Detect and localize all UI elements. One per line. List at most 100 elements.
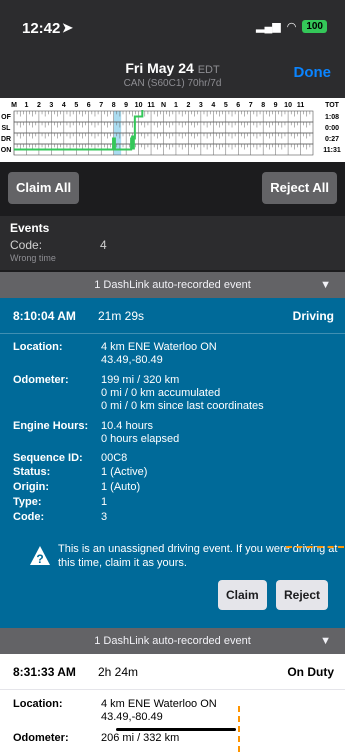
detail-key: Origin:	[13, 481, 50, 493]
detail-value: 1 (Active)	[101, 466, 148, 478]
hour-tick-label: 9	[124, 102, 128, 109]
drag-guide-line	[238, 706, 240, 752]
duty-status-line	[14, 110, 144, 151]
detail-line: 43.49,-80.49	[101, 354, 163, 366]
code-value: 4	[100, 238, 107, 252]
status-time: 12:42	[22, 20, 61, 37]
total-header-label: TOT	[325, 102, 340, 109]
detail-value: 1 (Auto)	[101, 481, 141, 493]
location-arrow-icon: ➤	[62, 20, 73, 35]
detail-value: 206 mi / 332 km	[101, 732, 180, 744]
detail-key: Code:	[13, 511, 45, 523]
hour-tick-label: M	[11, 102, 17, 109]
hour-tick-label: 4	[211, 102, 215, 109]
detail-value: 4 km ENE Waterloo ON 43.49,-80.49	[101, 698, 341, 724]
detail-value: 3	[101, 511, 108, 523]
detail-key: Odometer:	[13, 374, 69, 386]
hour-tick-label: 11	[297, 102, 305, 109]
event-time: 8:31:33 AM	[13, 665, 76, 679]
row-label: DR	[1, 136, 11, 143]
row-total: 11:31	[323, 147, 341, 154]
drag-guide-line	[286, 546, 344, 548]
detail-line: 43.49,-80.49	[101, 711, 163, 723]
banner-label: 1 DashLink auto-recorded event	[94, 279, 251, 291]
event-summary-row: 8:10:04 AM 21m 29s Driving	[0, 298, 345, 334]
events-title: Events	[10, 221, 50, 235]
battery-icon: 100	[302, 20, 327, 33]
detail-value: 4 km ENE Waterloo ON 43.49,-80.49	[101, 341, 341, 367]
hour-tick-label: 1	[174, 102, 178, 109]
done-button[interactable]: Done	[294, 64, 332, 81]
driving-segment	[131, 135, 135, 150]
detail-line: 0 mi / 0 km since last coordinates	[101, 400, 264, 412]
status-bar: 12:42 ➤ ▂▄▆ ◠ 100	[0, 0, 345, 50]
hour-tick-label: 7	[99, 102, 103, 109]
chevron-down-icon: ▼	[320, 279, 331, 291]
detail-line: 199 mi / 320 km	[101, 374, 180, 386]
status-icons: ▂▄▆ ◠ 100	[256, 20, 327, 33]
detail-line: 0 mi / 0 km accumulated	[101, 387, 221, 399]
hour-tick-label: 10	[135, 102, 143, 109]
event-time: 8:10:04 AM	[13, 309, 76, 323]
hour-tick-label: 5	[224, 102, 228, 109]
hour-tick-label: 9	[274, 102, 278, 109]
code-label: Code:	[10, 238, 43, 252]
event-status: Driving	[292, 309, 334, 323]
event-card[interactable]: 8:31:33 AM 2h 24m On Duty Location: 4 km…	[0, 654, 345, 755]
action-bar: Claim All Reject All	[0, 162, 345, 216]
date-label: Fri May 24	[125, 60, 194, 76]
nav-bar: Fri May 24 EDT CAN (S60C1) 70hr/7d Done	[0, 50, 345, 98]
timezone-label: EDT	[197, 64, 220, 76]
reject-all-button[interactable]: Reject All	[262, 172, 337, 204]
detail-line: 10.4 hours	[101, 420, 153, 432]
event-duration: 21m 29s	[98, 309, 145, 323]
duty-graph-svg: M 1 2 3 4 5 6 7 8 9 10 11 N 1 2 3 4 5 6 7 8 9 10 11 TOT OF 1:08 SL 0…	[1, 102, 341, 156]
hour-tick-label: 1	[25, 102, 29, 109]
hour-tick-label: 8	[261, 102, 265, 109]
detail-key: Sequence ID:	[13, 452, 83, 464]
detail-key: Type:	[13, 496, 42, 508]
event-duration: 2h 24m	[98, 665, 139, 679]
row-label: ON	[1, 147, 12, 154]
row-total: 1:08	[325, 114, 339, 121]
row-label: OF	[1, 114, 11, 121]
detail-line: 4 km ENE Waterloo ON	[101, 698, 217, 710]
wifi-icon: ◠	[286, 21, 297, 33]
signal-icon: ▂▄▆	[255, 21, 281, 33]
detail-key: Location:	[13, 698, 63, 710]
hour-tick-label: 8	[112, 102, 116, 109]
event-summary-row: 8:31:33 AM 2h 24m On Duty	[0, 654, 345, 690]
detail-line: 4 km ENE Waterloo ON	[101, 341, 217, 353]
detail-key: Status:	[13, 466, 51, 478]
unassigned-event-card[interactable]: 8:10:04 AM 21m 29s Driving Location: 4 k…	[0, 298, 345, 628]
hour-tick-label: 3	[199, 102, 203, 109]
duty-graph: M 1 2 3 4 5 6 7 8 9 10 11 N 1 2 3 4 5 6 7 8 9 10 11 TOT OF 1:08 SL 0…	[0, 98, 345, 162]
events-header: Events Code: 4 Wrong time	[0, 216, 345, 270]
row-total: 0:27	[325, 136, 339, 143]
row-total: 0:00	[325, 125, 339, 132]
event-status: On Duty	[287, 665, 334, 679]
previous-code-row: Code: 4	[10, 238, 335, 252]
hour-tick-label: 2	[37, 102, 41, 109]
claim-all-button[interactable]: Claim All	[8, 172, 80, 204]
autorecorded-banner[interactable]: 1 DashLink auto-recorded event ▼	[0, 272, 345, 298]
hour-tick-label: 7	[249, 102, 253, 109]
detail-value: 1	[101, 496, 108, 508]
autorecorded-banner[interactable]: 1 DashLink auto-recorded event ▼	[0, 628, 345, 654]
hour-tick-label: 4	[62, 102, 66, 109]
hour-tick-label: 11	[147, 102, 155, 109]
row-label: SL	[2, 125, 12, 132]
claim-button[interactable]: Claim	[218, 580, 267, 610]
svg-text:?: ?	[36, 552, 43, 566]
warning-question-icon: ?	[30, 546, 50, 566]
detail-key: Odometer:	[13, 732, 69, 744]
hour-tick-label: N	[161, 102, 166, 109]
chevron-down-icon: ▼	[320, 635, 331, 647]
hour-tick-label: 6	[236, 102, 240, 109]
detail-value: 00C8	[101, 452, 128, 464]
detail-line: 0 hours elapsed	[101, 433, 180, 445]
reject-button[interactable]: Reject	[276, 580, 329, 610]
hour-tick-label: 5	[74, 102, 78, 109]
detail-value: 10.4 hours 0 hours elapsed	[101, 420, 341, 446]
hour-tick-label: 10	[284, 102, 292, 109]
